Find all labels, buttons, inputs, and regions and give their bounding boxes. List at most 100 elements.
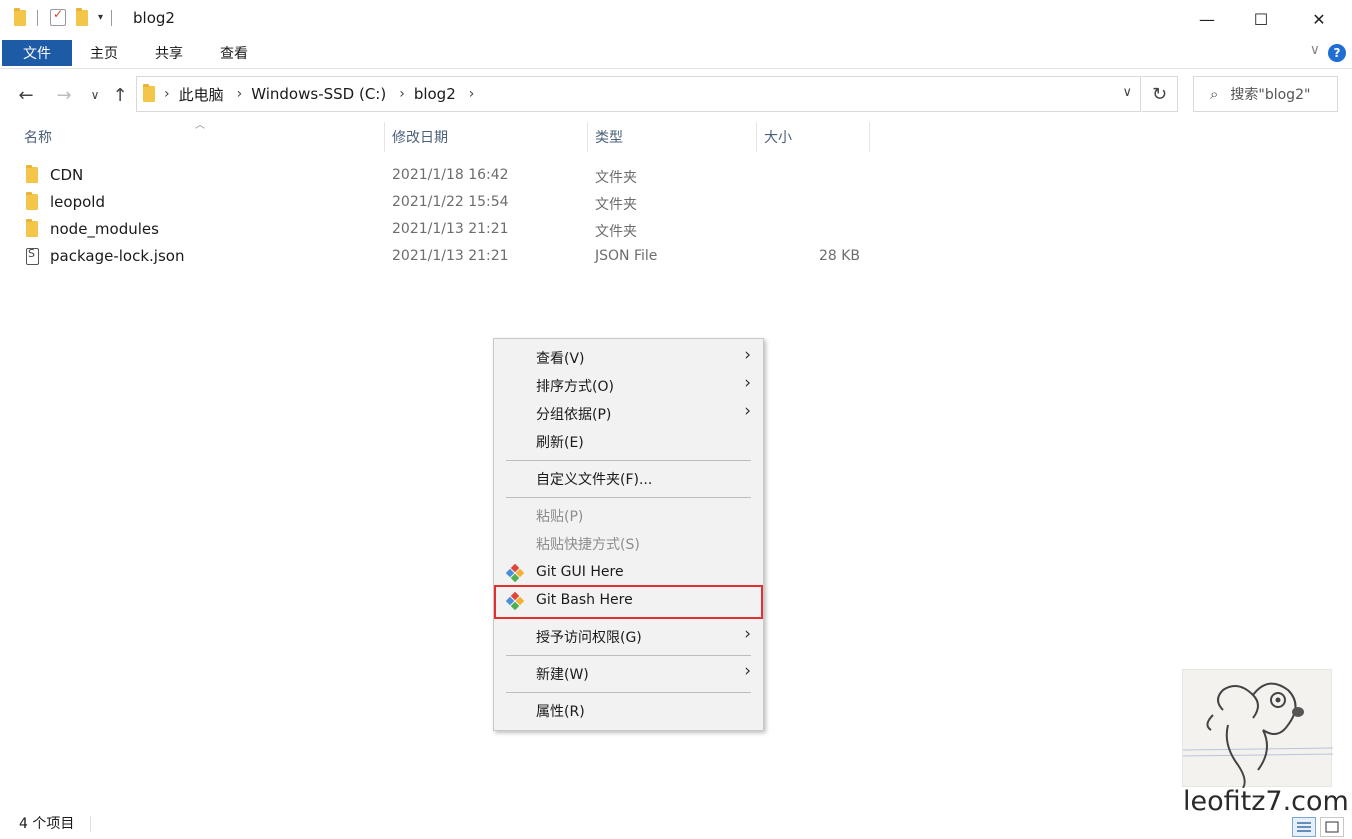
column-divider[interactable] — [756, 122, 757, 152]
properties-icon[interactable]: ✓ — [50, 7, 66, 26]
minimize-button[interactable]: — — [1184, 0, 1230, 38]
tab-view[interactable]: 查看 — [208, 40, 260, 66]
menu-item-sort-by[interactable]: 排序方式(O) › — [494, 372, 763, 400]
large-icons-view-icon — [1325, 821, 1339, 833]
file-name: CDN — [50, 166, 84, 184]
column-header-size[interactable]: 大小 — [764, 122, 869, 152]
tab-file[interactable]: 文件 — [2, 40, 72, 66]
column-divider[interactable] — [587, 122, 588, 152]
highlight-box — [494, 585, 763, 619]
details-view-button[interactable] — [1292, 817, 1316, 837]
column-divider[interactable] — [384, 122, 385, 152]
column-header-name[interactable]: 名称 — [24, 122, 384, 152]
file-row[interactable]: CDN 2021/1/18 16:42 文件夹 — [0, 162, 880, 189]
menu-item-paste-shortcut: 粘贴快捷方式(S) — [494, 530, 763, 558]
chevron-right-icon[interactable]: › — [399, 86, 405, 102]
breadcrumb-drive[interactable]: Windows-SSD (C:) — [251, 85, 386, 103]
close-button[interactable]: ✕ — [1296, 0, 1342, 38]
chevron-right-icon[interactable]: › — [469, 86, 475, 102]
file-type: JSON File — [595, 248, 658, 264]
column-header-date[interactable]: 修改日期 — [392, 122, 587, 152]
chevron-right-icon[interactable]: › — [164, 86, 170, 102]
menu-item-label: 粘贴(P) — [536, 509, 584, 525]
menu-separator — [506, 460, 751, 461]
breadcrumb-blog2[interactable]: blog2 — [414, 85, 456, 103]
file-type: 文件夹 — [595, 197, 637, 213]
forward-button[interactable]: → — [52, 82, 76, 108]
file-date: 2021/1/22 15:54 — [392, 194, 509, 210]
menu-item-new[interactable]: 新建(W) › — [494, 660, 763, 688]
file-date: 2021/1/18 16:42 — [392, 167, 509, 183]
up-button[interactable]: ↑ — [108, 82, 132, 108]
maximize-button[interactable]: ☐ — [1238, 0, 1284, 38]
folder-icon — [26, 192, 38, 210]
chevron-right-icon: › — [744, 624, 751, 644]
menu-separator — [506, 655, 751, 656]
column-divider[interactable] — [869, 122, 870, 152]
refresh-button[interactable]: ↻ — [1142, 76, 1178, 112]
address-bar[interactable]: › 此电脑 › Windows-SSD (C:) › blog2 › ∨ — [136, 76, 1141, 112]
folder-icon — [143, 84, 155, 102]
file-row[interactable]: package-lock.json 2021/1/13 21:21 JSON F… — [0, 243, 880, 270]
file-name: node_modules — [50, 220, 159, 238]
menu-item-label: Git GUI Here — [536, 564, 624, 580]
address-history-dropdown-icon[interactable]: ∨ — [1122, 85, 1132, 100]
folder-icon — [26, 165, 38, 183]
dog-sketch-icon — [1182, 682, 1334, 789]
search-input[interactable]: ⌕ 搜索"blog2" — [1193, 76, 1338, 112]
column-header-type[interactable]: 类型 — [595, 122, 755, 152]
folder-icon — [26, 219, 38, 237]
toolbar-divider — [37, 9, 38, 26]
menu-item-label: 刷新(E) — [536, 435, 584, 451]
menu-item-paste: 粘贴(P) — [494, 502, 763, 530]
menu-item-view[interactable]: 查看(V) › — [494, 344, 763, 372]
json-file-icon — [26, 247, 39, 265]
tab-home[interactable]: 主页 — [78, 40, 130, 66]
search-icon: ⌕ — [1210, 85, 1219, 103]
back-button[interactable]: ← — [14, 82, 38, 108]
git-icon — [506, 564, 524, 582]
chevron-right-icon: › — [744, 661, 751, 681]
ribbon: 文件 主页 共享 查看 ∨ ? — [0, 38, 1352, 69]
search-placeholder: 搜索"blog2" — [1230, 87, 1311, 103]
menu-item-label: 粘贴快捷方式(S) — [536, 537, 640, 553]
tab-share[interactable]: 共享 — [143, 40, 195, 66]
chevron-right-icon: › — [744, 401, 751, 421]
menu-item-label: 授予访问权限(G) — [536, 630, 642, 646]
menu-item-label: 自定义文件夹(F)... — [536, 472, 653, 488]
folder-icon[interactable] — [14, 7, 26, 26]
menu-item-properties[interactable]: 属性(R) — [494, 697, 763, 725]
toolbar-divider — [111, 9, 113, 26]
menu-item-git-gui[interactable]: Git GUI Here — [494, 558, 763, 586]
expand-ribbon-icon[interactable]: ∨ — [1310, 42, 1320, 58]
help-icon[interactable]: ? — [1328, 44, 1346, 62]
file-row[interactable]: node_modules 2021/1/13 21:21 文件夹 — [0, 216, 880, 243]
file-row[interactable]: leopold 2021/1/22 15:54 文件夹 — [0, 189, 880, 216]
file-name: package-lock.json — [50, 247, 185, 265]
file-type: 文件夹 — [595, 170, 637, 186]
menu-separator — [506, 692, 751, 693]
menu-item-refresh[interactable]: 刷新(E) — [494, 428, 763, 456]
chevron-right-icon[interactable]: › — [237, 86, 243, 102]
file-type: 文件夹 — [595, 224, 637, 240]
new-folder-icon[interactable] — [76, 7, 88, 26]
menu-item-label: 新建(W) — [536, 667, 589, 683]
chevron-right-icon: › — [744, 345, 751, 365]
watermark-text: leofitz7.com — [1183, 786, 1349, 817]
file-name: leopold — [50, 193, 105, 211]
large-icons-view-button[interactable] — [1320, 817, 1344, 837]
recent-locations-button[interactable]: ∨ — [86, 82, 104, 108]
menu-separator — [506, 497, 751, 498]
title-bar: ✓ ▾ blog2 — ☐ ✕ — [0, 0, 1352, 38]
menu-item-label: 排序方式(O) — [536, 379, 614, 395]
watermark-drawing — [1182, 669, 1334, 789]
breadcrumb-this-pc[interactable]: 此电脑 — [179, 84, 224, 105]
menu-item-give-access[interactable]: 授予访问权限(G) › — [494, 623, 763, 651]
file-date: 2021/1/13 21:21 — [392, 248, 509, 264]
status-divider — [90, 816, 91, 832]
menu-item-customize-folder[interactable]: 自定义文件夹(F)... — [494, 465, 763, 493]
customize-toolbar-icon[interactable]: ▾ — [98, 12, 103, 23]
window-title: blog2 — [133, 9, 175, 27]
menu-item-group-by[interactable]: 分组依据(P) › — [494, 400, 763, 428]
menu-item-label: 分组依据(P) — [536, 407, 612, 423]
